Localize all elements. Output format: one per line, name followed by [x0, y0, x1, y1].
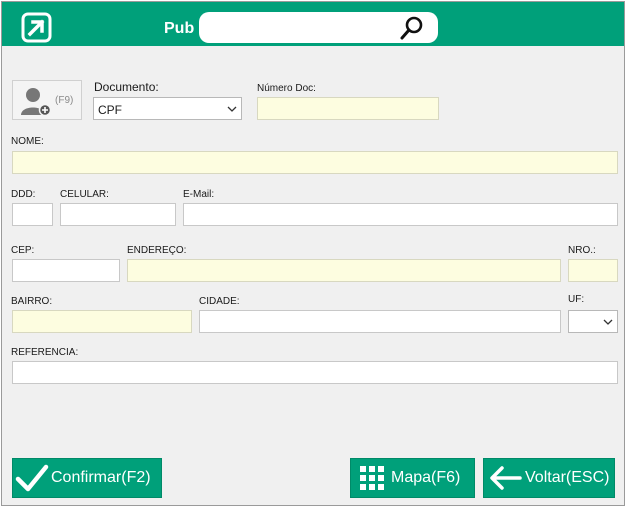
bairro-input[interactable] [13, 311, 191, 332]
header-bar: Pub [2, 2, 624, 46]
chevron-down-icon [603, 319, 613, 325]
referencia-label: REFERENCIA: [11, 347, 79, 358]
ddd-field[interactable] [12, 203, 53, 226]
voltar-label: Voltar(ESC) [525, 469, 610, 486]
documento-select[interactable]: CPF [93, 97, 242, 120]
email-field[interactable] [183, 203, 618, 226]
checkmark-icon [15, 464, 49, 492]
email-label: E-Mail: [183, 189, 215, 200]
uf-select[interactable] [568, 310, 618, 333]
cidade-input[interactable] [200, 311, 560, 332]
cep-label: CEP: [11, 245, 35, 256]
cidade-field[interactable] [199, 310, 561, 333]
voltar-button[interactable]: Voltar(ESC) [483, 458, 615, 498]
numero-doc-label: Número Doc: [257, 83, 316, 94]
customer-form-window [1, 1, 625, 506]
cep-field[interactable] [12, 259, 120, 282]
endereco-field[interactable] [127, 259, 561, 282]
email-input[interactable] [184, 204, 617, 225]
bairro-field[interactable] [12, 310, 192, 333]
grid-icon [360, 466, 384, 490]
numero-doc-field[interactable] [257, 97, 439, 120]
celular-input[interactable] [61, 204, 175, 225]
magnifier-icon[interactable] [399, 15, 425, 41]
add-person-icon [21, 88, 51, 117]
arrow-up-right-box-icon[interactable] [21, 12, 52, 43]
nro-field[interactable] [568, 259, 618, 282]
mapa-button[interactable]: Mapa(F6) [350, 458, 475, 498]
nro-input[interactable] [569, 260, 617, 281]
mapa-label: Mapa(F6) [391, 469, 461, 486]
search-box [199, 12, 438, 43]
endereco-label: ENDEREÇO: [127, 245, 187, 256]
referencia-field[interactable] [12, 361, 618, 384]
referencia-input[interactable] [13, 362, 617, 383]
documento-selected: CPF [98, 103, 122, 117]
nome-input[interactable] [13, 152, 617, 173]
photo-shortcut-hint: (F9) [55, 95, 74, 106]
documento-label: Documento: [94, 80, 159, 94]
confirmar-button[interactable]: Confirmar(F2) [12, 458, 162, 498]
ddd-input[interactable] [13, 204, 52, 225]
celular-label: CELULAR: [60, 189, 109, 200]
celular-field[interactable] [60, 203, 176, 226]
uf-label: UF: [568, 294, 585, 305]
ddd-label: DDD: [11, 189, 36, 200]
confirmar-label: Confirmar(F2) [51, 469, 151, 486]
chevron-down-icon [227, 106, 237, 112]
cidade-label: CIDADE: [199, 296, 240, 307]
nro-label: NRO.: [568, 245, 596, 256]
add-photo-button[interactable]: (F9) [12, 80, 82, 120]
search-input[interactable] [211, 17, 396, 38]
app-title: Pub [164, 20, 195, 37]
numero-doc-input[interactable] [258, 98, 438, 119]
bairro-label: BAIRRO: [11, 296, 53, 307]
arrow-left-icon [490, 466, 522, 490]
endereco-input[interactable] [128, 260, 560, 281]
cep-input[interactable] [13, 260, 119, 281]
nome-field[interactable] [12, 151, 618, 174]
nome-label: NOME: [11, 136, 44, 147]
